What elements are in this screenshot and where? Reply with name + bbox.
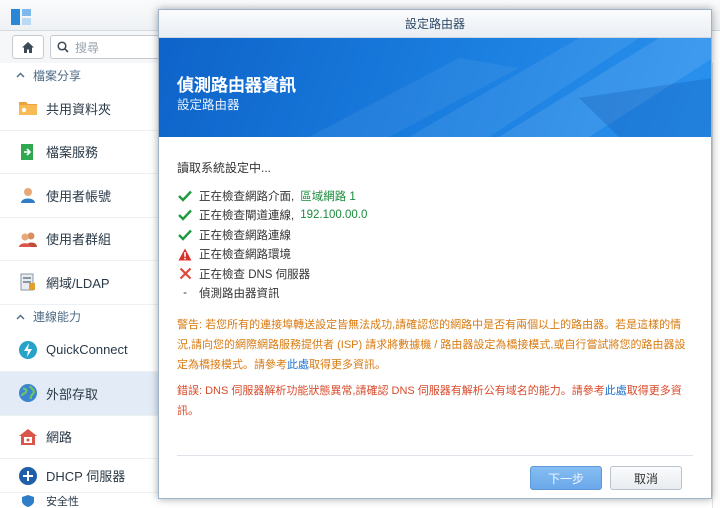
dialog-body: 讀取系統設定中... 正在檢查網路介面, 區域網路 1 正在檢查閘道連線, 19… <box>159 137 711 421</box>
check-row-router: - 偵測路由器資訊 <box>177 284 693 304</box>
check-text: 正在檢查網路環境 <box>199 249 291 262</box>
dialog-footer: 下一步 取消 <box>177 455 693 490</box>
setup-router-dialog: 設定路由器 偵測路由器資訊 設定路由器 讀取系統設定中... 正在檢查網路介面,… <box>158 9 712 499</box>
control-panel-toolbar: 搜尋 <box>0 31 160 63</box>
cancel-button[interactable]: 取消 <box>610 466 682 490</box>
file-service-icon <box>18 142 38 162</box>
warning-icon <box>177 246 193 262</box>
sidebar-item-label: 使用者群組 <box>46 232 112 248</box>
error-text: 錯誤: DNS 伺服器解析功能狀態異常,請確認 DNS 伺服器有解析公有域名的能… <box>177 385 605 397</box>
sidebar-item-user-group[interactable]: 使用者群組 <box>0 218 158 261</box>
check-text: 偵測路由器資訊 <box>199 288 280 301</box>
check-row-connection: 正在檢查網路連線 <box>177 225 693 245</box>
warning-tail: 取得更多資訊。 <box>309 359 386 371</box>
globe-icon <box>18 383 38 403</box>
checkmark-icon <box>177 188 193 204</box>
check-row-gateway: 正在檢查閘道連線, 192.100.00.0 <box>177 206 693 226</box>
dialog-header-subtitle: 設定路由器 <box>177 98 240 112</box>
sidebar-item-label: 共用資料夾 <box>46 101 112 117</box>
sidebar-item-label: 網路 <box>46 430 73 446</box>
dialog-title: 設定路由器 <box>404 17 465 31</box>
sidebar-item-security[interactable]: 安全性 <box>0 493 158 508</box>
home-icon <box>22 41 34 53</box>
folder-share-icon <box>18 98 38 118</box>
sidebar-item-shared-folder[interactable]: 共用資料夾 <box>0 87 158 131</box>
sidebar-item-label: QuickConnect <box>46 342 128 358</box>
warning-message: 警告: 若您所有的連接埠轉送設定皆無法成功,請確認您的網路中是否有兩個以上的路由… <box>177 315 693 375</box>
domain-icon <box>18 272 38 292</box>
check-row-environment: 正在檢查網路環境 <box>177 245 693 265</box>
sidebar-item-label: DHCP 伺服器 <box>46 469 126 484</box>
network-icon <box>18 427 38 447</box>
sidebar-item-network[interactable]: 網路 <box>0 416 158 459</box>
sidebar-group-label: 檔案分享 <box>33 68 82 83</box>
pending-dash-icon: - <box>183 287 187 300</box>
sidebar-item-label: 網域/LDAP <box>46 275 110 291</box>
sidebar-item-domain-ldap[interactable]: 網域/LDAP <box>0 261 158 305</box>
sidebar-item-label: 安全性 <box>46 496 79 508</box>
sidebar-item-user[interactable]: 使用者帳號 <box>0 174 158 218</box>
dialog-header-banner: 偵測路由器資訊 設定路由器 <box>159 38 711 137</box>
reading-status: 讀取系統設定中... <box>177 161 272 175</box>
check-value: 192.100.00.0 <box>300 209 368 222</box>
sidebar-item-label: 使用者帳號 <box>46 188 112 204</box>
search-input[interactable]: 搜尋 <box>50 35 160 59</box>
chevron-up-icon <box>16 314 25 319</box>
checkmark-icon <box>177 227 193 243</box>
content-area-edge <box>712 63 720 508</box>
error-x-icon <box>177 266 193 282</box>
sidebar-item-file-services[interactable]: 檔案服務 <box>0 131 158 174</box>
check-row-dns: 正在檢查 DNS 伺服器 <box>177 264 693 284</box>
check-text: 正在檢查網路連線 <box>199 229 291 242</box>
chevron-up-icon <box>16 72 25 78</box>
search-placeholder: 搜尋 <box>75 40 100 55</box>
sidebar: 檔案分享 共用資料夾 檔案服務 使用者帳號 使用者群組 網域/LDAP 連線能力… <box>0 63 158 508</box>
checkmark-icon <box>177 207 193 223</box>
sidebar-group-label: 連線能力 <box>33 310 82 324</box>
sidebar-item-external-access[interactable]: 外部存取 <box>0 372 158 416</box>
error-message: 錯誤: DNS 伺服器解析功能狀態異常,請確認 DNS 伺服器有解析公有域名的能… <box>177 381 693 421</box>
sidebar-item-label: 外部存取 <box>46 386 99 402</box>
user-icon <box>18 185 38 205</box>
security-icon <box>18 495 38 507</box>
check-text: 正在檢查閘道連線, <box>199 210 295 223</box>
check-row-interface: 正在檢查網路介面, 區域網路 1 <box>177 186 693 206</box>
search-icon <box>57 41 69 53</box>
quickconnect-icon <box>18 340 38 360</box>
sidebar-group-file-sharing[interactable]: 檔案分享 <box>0 63 158 87</box>
warning-text: 警告: 若您所有的連接埠轉送設定皆無法成功,請確認您的網路中是否有兩個以上的路由… <box>177 319 686 371</box>
dialog-header-title: 偵測路由器資訊 <box>177 76 296 95</box>
check-list: 正在檢查網路介面, 區域網路 1 正在檢查閘道連線, 192.100.00.0 … <box>177 186 693 303</box>
check-value: 區域網路 1 <box>300 190 356 203</box>
warning-help-link[interactable]: 此處 <box>287 359 309 371</box>
next-button[interactable]: 下一步 <box>530 466 602 490</box>
dhcp-icon <box>18 466 38 486</box>
home-button[interactable] <box>12 35 44 59</box>
dialog-titlebar: 設定路由器 <box>159 10 711 38</box>
sidebar-item-dhcp-server[interactable]: DHCP 伺服器 <box>0 459 158 493</box>
sidebar-group-connectivity[interactable]: 連線能力 <box>0 305 158 329</box>
sidebar-item-quickconnect[interactable]: QuickConnect <box>0 329 158 372</box>
check-text: 正在檢查 DNS 伺服器 <box>199 268 311 281</box>
control-panel-icon <box>11 9 31 25</box>
error-help-link[interactable]: 此處 <box>605 385 627 397</box>
sidebar-item-label: 檔案服務 <box>46 145 99 161</box>
check-text: 正在檢查網路介面, <box>199 190 295 203</box>
user-group-icon <box>18 229 38 249</box>
